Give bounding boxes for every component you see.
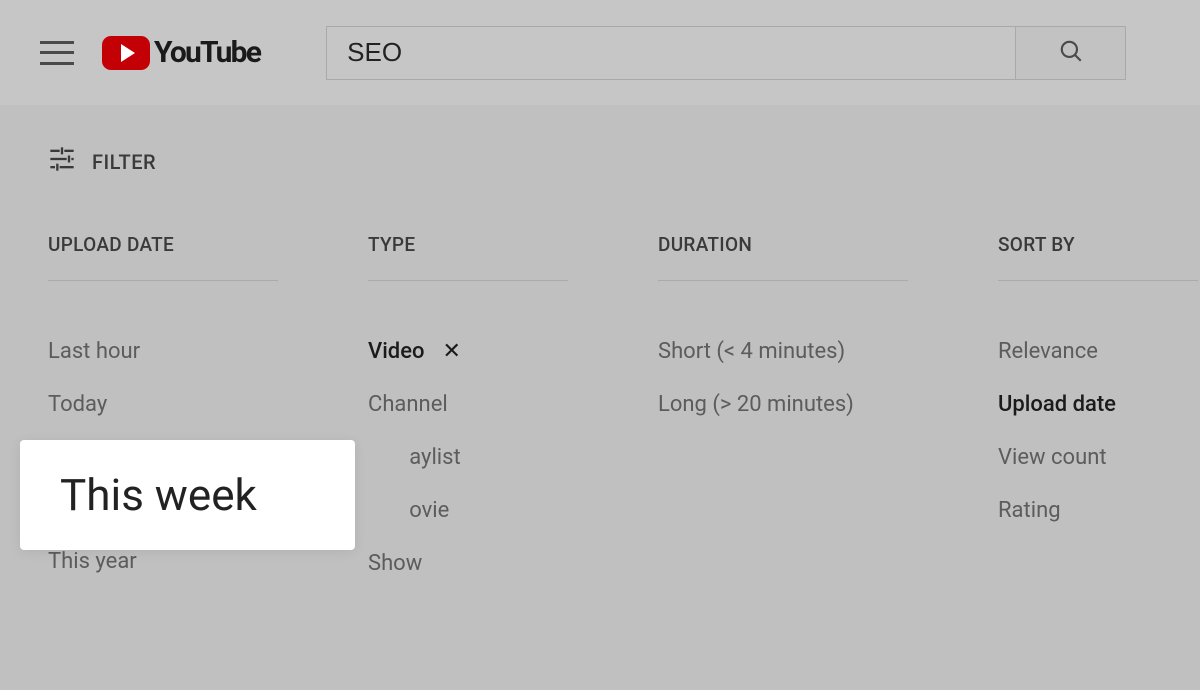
filter-option-last-hour[interactable]: Last hour — [48, 325, 278, 378]
highlight-callout: This week — [20, 440, 355, 550]
search-button[interactable] — [1016, 26, 1126, 80]
filter-option-relevance[interactable]: Relevance — [998, 325, 1198, 378]
filter-option-playlist[interactable]: Playlist — [368, 431, 568, 484]
column-header: TYPE — [368, 233, 568, 281]
filter-toggle[interactable]: FILTER — [48, 145, 1152, 178]
search-input[interactable] — [326, 26, 1016, 80]
filter-option-video[interactable]: Video ✕ — [368, 325, 568, 378]
filter-option-channel[interactable]: Channel — [368, 378, 568, 431]
filter-option-movie[interactable]: Movie — [368, 484, 568, 537]
column-header: DURATION — [658, 233, 908, 281]
filter-column-duration: DURATION Short (< 4 minutes) Long (> 20 … — [658, 233, 908, 590]
filter-column-sort-by: SORT BY Relevance Upload date View count… — [998, 233, 1198, 590]
youtube-logo[interactable]: YouTube — [102, 35, 260, 70]
filter-icon — [48, 145, 76, 178]
filter-label: FILTER — [92, 150, 156, 174]
filter-option-short[interactable]: Short (< 4 minutes) — [658, 325, 908, 378]
filter-option-label: Video — [368, 339, 424, 364]
column-header: UPLOAD DATE — [48, 233, 278, 281]
filter-option-long[interactable]: Long (> 20 minutes) — [658, 378, 908, 431]
search-form — [326, 26, 1126, 80]
filter-option-view-count[interactable]: View count — [998, 431, 1198, 484]
app-header: YouTube — [0, 0, 1200, 105]
search-icon — [1058, 38, 1084, 67]
filter-option-upload-date[interactable]: Upload date — [998, 378, 1198, 431]
play-icon — [102, 36, 150, 70]
highlight-text: This week — [60, 469, 257, 521]
logo-text: YouTube — [154, 35, 260, 70]
filter-option-rating[interactable]: Rating — [998, 484, 1198, 537]
hamburger-menu-icon[interactable] — [40, 41, 74, 65]
column-header: SORT BY — [998, 233, 1198, 281]
filter-option-today[interactable]: Today — [48, 378, 278, 431]
close-icon[interactable]: ✕ — [442, 339, 460, 364]
filter-option-show[interactable]: Show — [368, 537, 568, 590]
filter-column-type: TYPE Video ✕ Channel Playlist Movie Show — [368, 233, 568, 590]
